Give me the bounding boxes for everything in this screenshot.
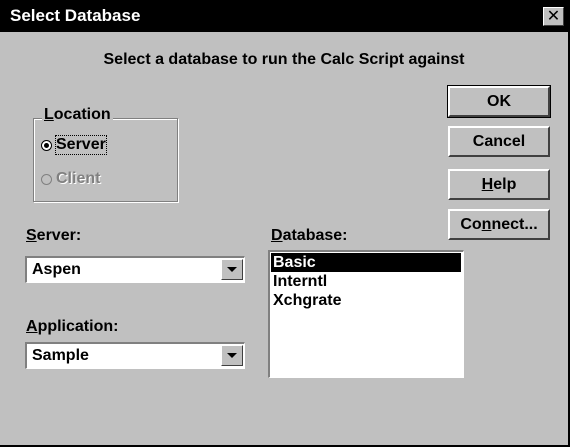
list-item[interactable]: Basic — [271, 253, 461, 272]
radio-client: Client — [41, 170, 100, 188]
instruction-text: Select a database to run the Calc Script… — [103, 51, 465, 68]
radio-button-icon — [41, 173, 52, 185]
database-label: Database: — [271, 227, 348, 244]
radio-server-label[interactable]: Server — [55, 135, 107, 155]
connect-button[interactable]: Connect... — [448, 209, 550, 240]
title-bar[interactable]: Select Database ✕ — [0, 0, 568, 32]
chevron-down-icon[interactable] — [221, 259, 243, 280]
list-item[interactable]: Interntl — [271, 272, 461, 291]
radio-button-icon[interactable] — [41, 139, 52, 151]
application-value: Sample — [32, 347, 89, 364]
server-label: Server: — [26, 227, 82, 244]
close-icon: ✕ — [546, 8, 561, 25]
ok-button[interactable]: OK — [447, 85, 551, 118]
location-group-label: Location — [42, 106, 113, 124]
close-button[interactable]: ✕ — [543, 7, 564, 26]
radio-client-label: Client — [56, 170, 101, 187]
server-value: Aspen — [32, 261, 81, 278]
location-groupbox — [33, 118, 178, 202]
window-title: Select Database — [10, 6, 141, 25]
chevron-down-icon[interactable] — [221, 345, 243, 366]
application-dropdown[interactable]: Sample — [25, 342, 245, 369]
database-listbox[interactable]: Basic Interntl Xchgrate — [268, 250, 464, 378]
cancel-button[interactable]: Cancel — [448, 126, 550, 157]
application-label: Application: — [26, 318, 119, 335]
server-dropdown[interactable]: Aspen — [25, 256, 245, 283]
radio-server[interactable]: Server — [41, 135, 107, 155]
select-database-dialog: Select Database ✕ Select a database to r… — [0, 0, 570, 447]
help-button[interactable]: Help — [448, 169, 550, 200]
list-item[interactable]: Xchgrate — [271, 291, 461, 310]
